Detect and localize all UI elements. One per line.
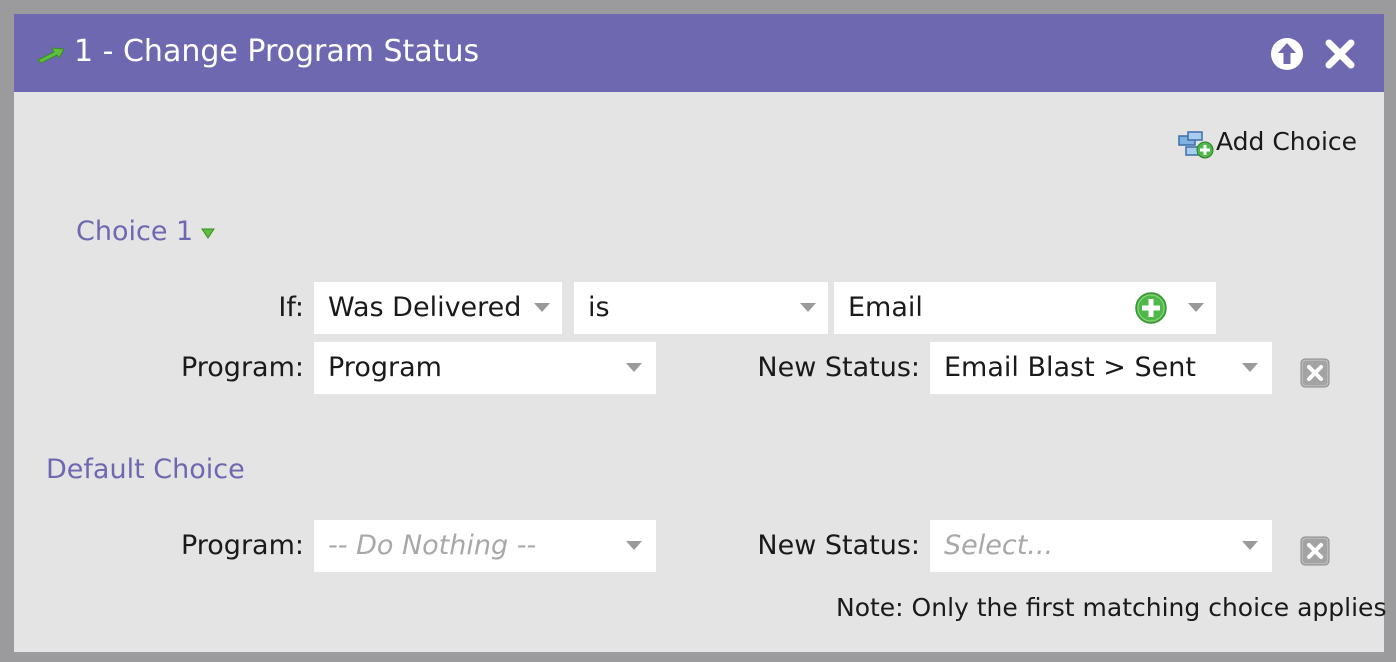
flow-step-panel: 1 - Change Program Status Add Choice Cho… [14,14,1387,652]
delete-choice-icon[interactable] [1300,358,1330,388]
value-text: Email [848,292,923,323]
default-new-status-placeholder: Select... [944,530,1054,561]
choice-1-label: Choice 1 [76,216,194,247]
chevron-down-icon [626,363,642,372]
operator-value: is [588,292,610,323]
program-label: Program: [180,352,304,383]
default-program-value: -- Do Nothing -- [328,530,537,561]
arrow-icon [37,47,65,64]
step-title: 1 - Change Program Status [74,34,480,69]
default-program-label: Program: [180,530,304,561]
condition-value: Was Delivered [328,292,522,323]
close-icon[interactable] [1322,36,1358,72]
chevron-down-icon [800,303,816,312]
new-status-label: New Status: [757,352,920,383]
default-program-select[interactable]: -- Do Nothing -- [314,520,656,572]
chevron-down-icon [1242,363,1258,372]
program-select[interactable]: Program [314,342,656,394]
choice-1-title[interactable]: Choice 1 [76,214,216,250]
default-new-status-select[interactable]: Select... [930,520,1272,572]
add-choice-label: Add Choice [1216,127,1358,156]
chevron-down-icon [1242,541,1258,550]
add-choice-icon [1178,131,1214,159]
collapse-up-icon[interactable] [1269,36,1305,72]
chevron-down-icon [201,228,216,239]
program-value: Program [328,352,442,383]
chevron-down-icon [626,541,642,550]
operator-select[interactable]: is [574,282,828,334]
if-label: If: [278,292,304,323]
new-status-select[interactable]: Email Blast > Sent [930,342,1272,394]
step-header: 1 - Change Program Status [14,14,1384,92]
chevron-down-icon [534,303,550,312]
chevron-down-icon [1188,303,1204,312]
condition-select[interactable]: Was Delivered [314,282,562,334]
default-new-status-label: New Status: [757,530,920,561]
default-choice-title: Default Choice [46,454,245,485]
delete-default-choice-icon[interactable] [1300,536,1330,566]
new-status-value: Email Blast > Sent [944,352,1196,383]
add-value-icon[interactable] [1134,291,1168,325]
value-select[interactable]: Email [834,282,1216,334]
matching-note: Note: Only the first matching choice app… [836,593,1387,622]
